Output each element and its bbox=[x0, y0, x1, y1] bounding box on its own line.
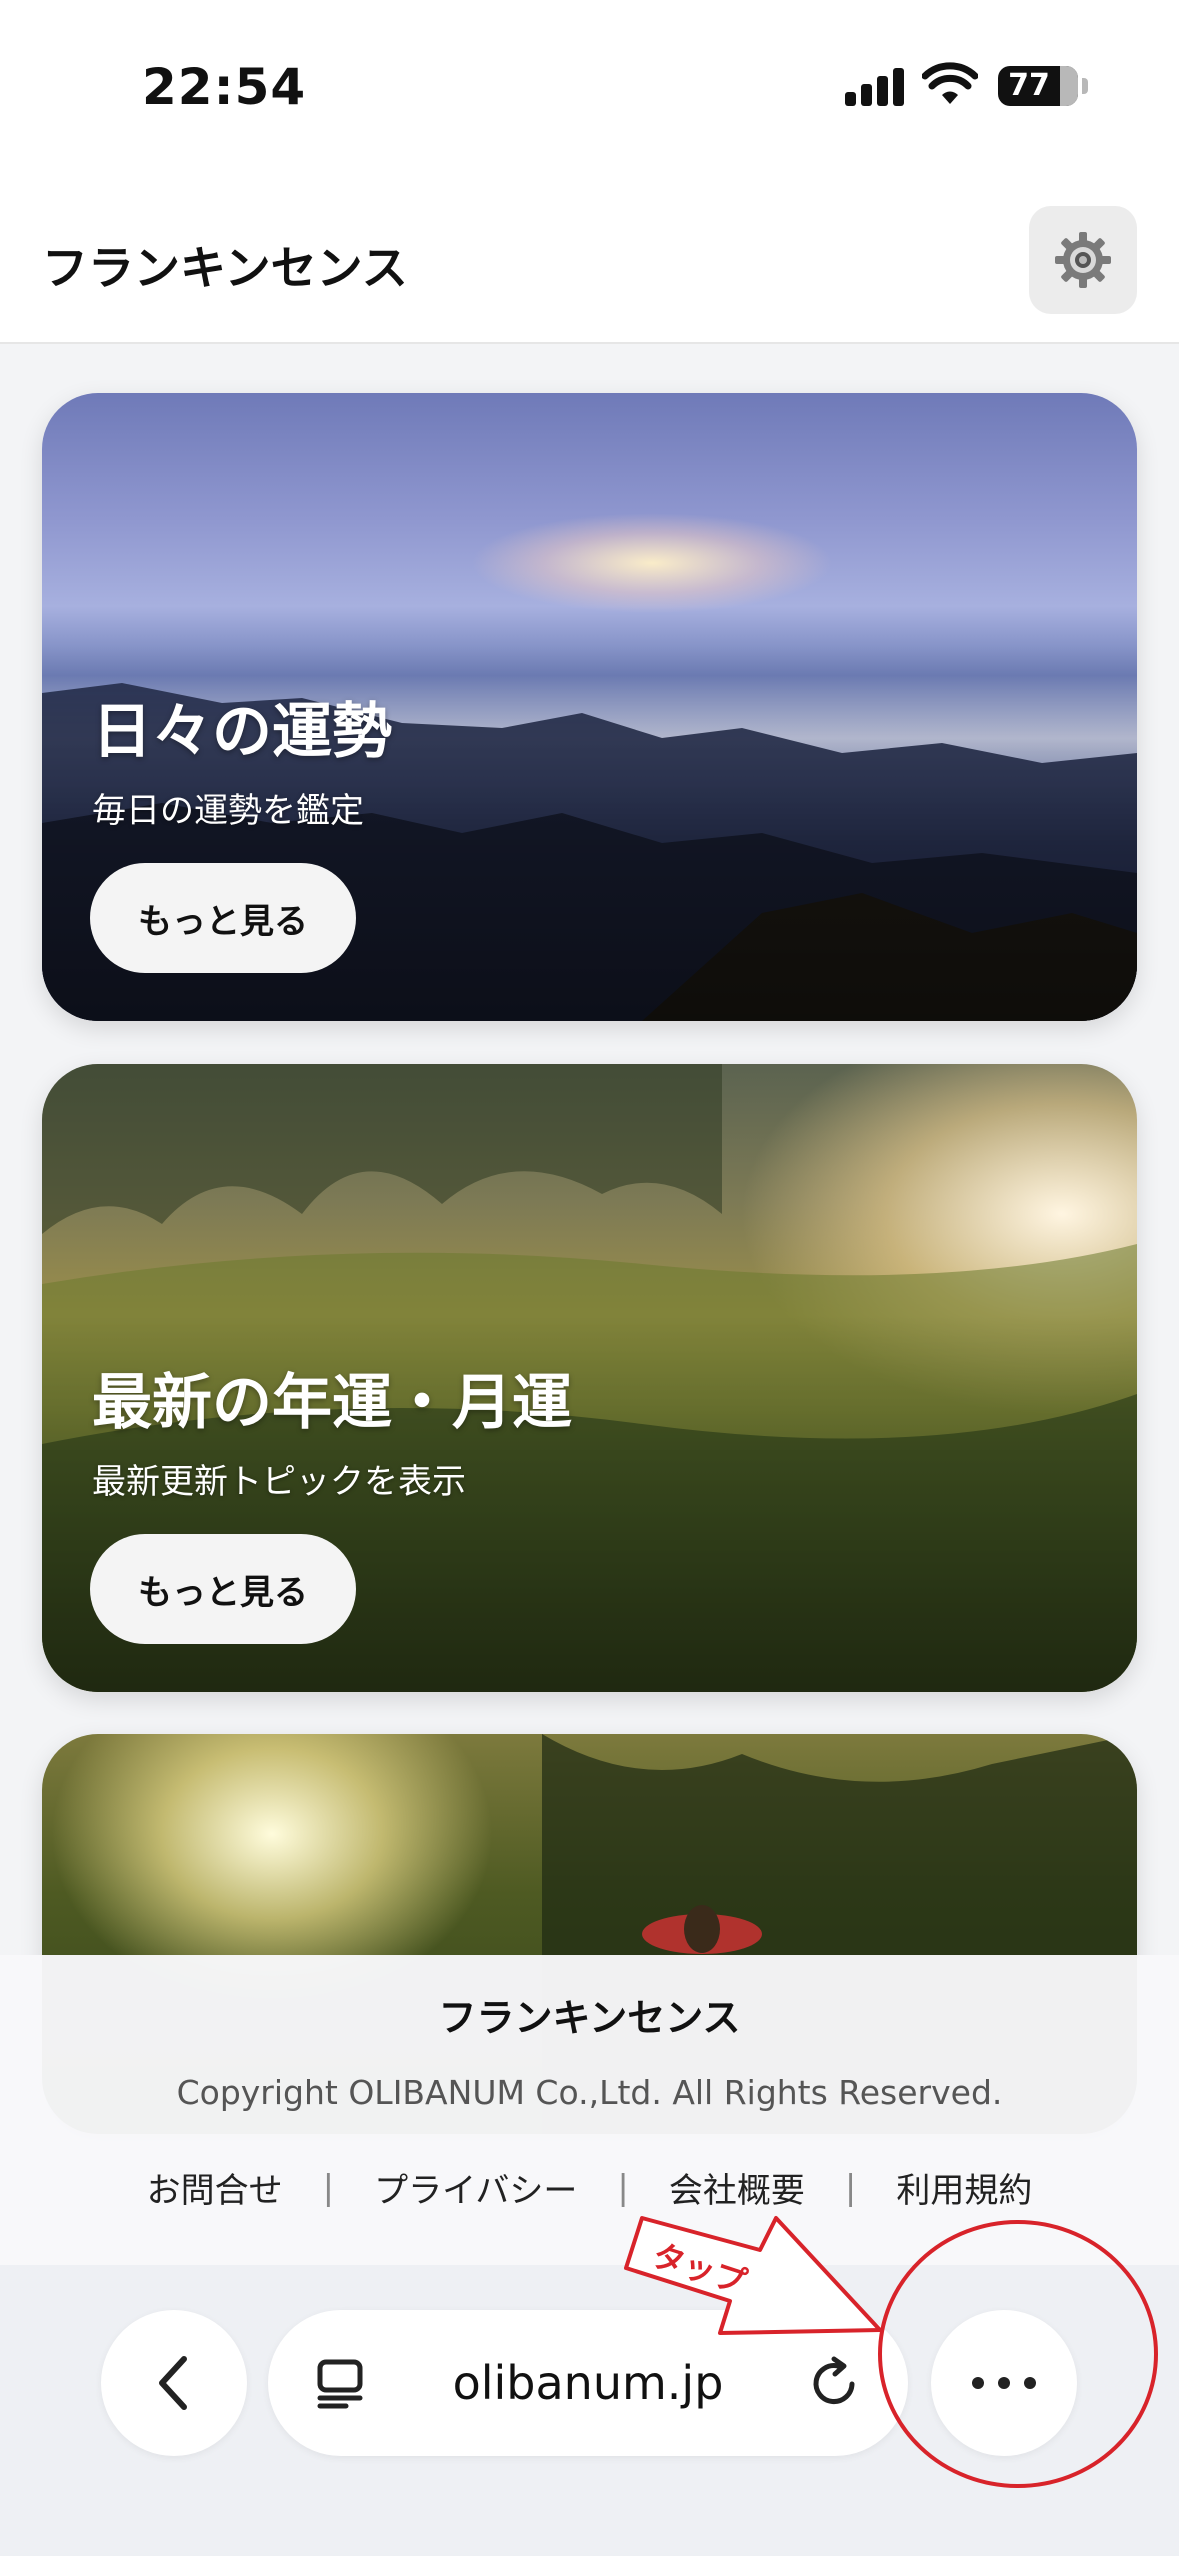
settings-button[interactable] bbox=[1029, 206, 1137, 314]
app-header: フランキンセンス bbox=[0, 170, 1179, 344]
chevron-left-icon bbox=[159, 2356, 187, 2410]
card-title: 日々の運勢 bbox=[92, 697, 392, 767]
more-button[interactable]: もっと見る bbox=[90, 863, 356, 973]
footer-link-contact[interactable]: お問合せ bbox=[147, 2163, 283, 2212]
battery-level: 77 bbox=[1008, 68, 1050, 103]
browser-toolbar: olibanum.jp bbox=[0, 2265, 1179, 2556]
card-subtitle: 毎日の運勢を鑑定 bbox=[92, 791, 364, 831]
site-footer: フランキンセンス Copyright OLIBANUM Co.,Ltd. All… bbox=[0, 1955, 1179, 2265]
card-title: 最新の年運・月運 bbox=[92, 1368, 572, 1438]
footer-link-privacy[interactable]: プライバシー bbox=[374, 2163, 577, 2212]
link-separator: | bbox=[617, 2167, 629, 2208]
back-button[interactable] bbox=[101, 2310, 247, 2456]
address-bar[interactable]: olibanum.jp bbox=[268, 2310, 908, 2456]
more-menu-button[interactable] bbox=[931, 2310, 1077, 2456]
copyright-text: Copyright OLIBANUM Co.,Ltd. All Rights R… bbox=[176, 2073, 1003, 2112]
footer-title: フランキンセンス bbox=[438, 1996, 741, 2040]
footer-link-company[interactable]: 会社概要 bbox=[669, 2163, 805, 2212]
status-time: 22:54 bbox=[142, 58, 307, 116]
link-separator: | bbox=[322, 2167, 335, 2208]
annual-monthly-fortune-card[interactable]: 最新の年運・月運 最新更新トピックを表示 もっと見る bbox=[42, 1064, 1137, 1692]
wifi-icon bbox=[922, 62, 978, 104]
daily-fortune-card[interactable]: 日々の運勢 毎日の運勢を鑑定 もっと見る bbox=[42, 393, 1137, 1021]
card-subtitle: 最新更新トピックを表示 bbox=[92, 1462, 466, 1502]
battery-icon: 77 bbox=[998, 66, 1078, 106]
more-button[interactable]: もっと見る bbox=[90, 1534, 356, 1644]
link-separator: | bbox=[844, 2167, 857, 2208]
footer-link-terms[interactable]: 利用規約 bbox=[896, 2163, 1032, 2212]
ellipsis-icon bbox=[965, 2374, 1043, 2393]
reload-icon[interactable] bbox=[808, 2356, 862, 2410]
status-bar: 22:54 77 bbox=[0, 0, 1179, 170]
cellular-signal-icon bbox=[845, 66, 905, 106]
footer-links: お問合せ | プライバシー | 会社概要 | 利用規約 bbox=[0, 2163, 1179, 2212]
gear-icon bbox=[1055, 232, 1111, 288]
page-title: フランキンセンス bbox=[42, 241, 408, 295]
